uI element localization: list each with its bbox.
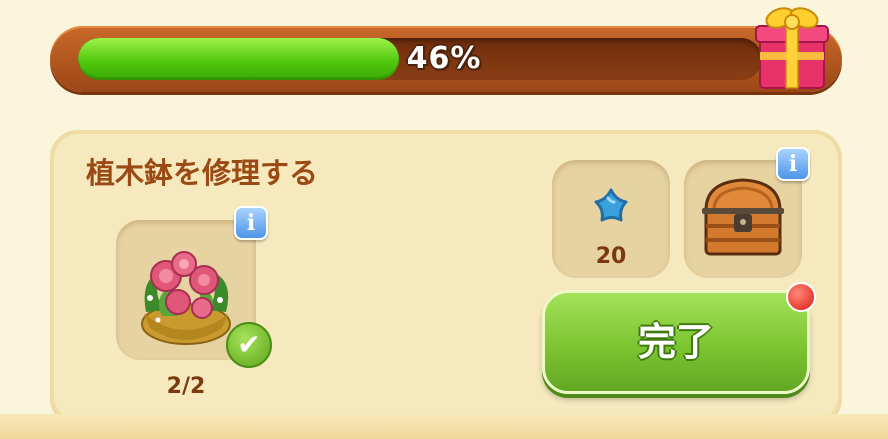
task-progress-count: 2/2 bbox=[166, 374, 206, 399]
gift-box-icon[interactable] bbox=[752, 0, 832, 92]
notification-dot bbox=[786, 282, 816, 312]
checkmark-icon: ✔ bbox=[226, 322, 272, 368]
quest-screen: 46% 植木鉢を修理する i ✔ 2/2 20 i 完了 bbox=[0, 0, 888, 439]
star-reward-count: 20 bbox=[595, 244, 627, 269]
bottom-divider bbox=[0, 414, 888, 439]
complete-button[interactable]: 完了 bbox=[542, 290, 810, 394]
task-info-button[interactable]: i bbox=[234, 206, 268, 240]
chest-info-button[interactable]: i bbox=[776, 147, 810, 181]
quest-title: 植木鉢を修理する bbox=[86, 156, 319, 190]
